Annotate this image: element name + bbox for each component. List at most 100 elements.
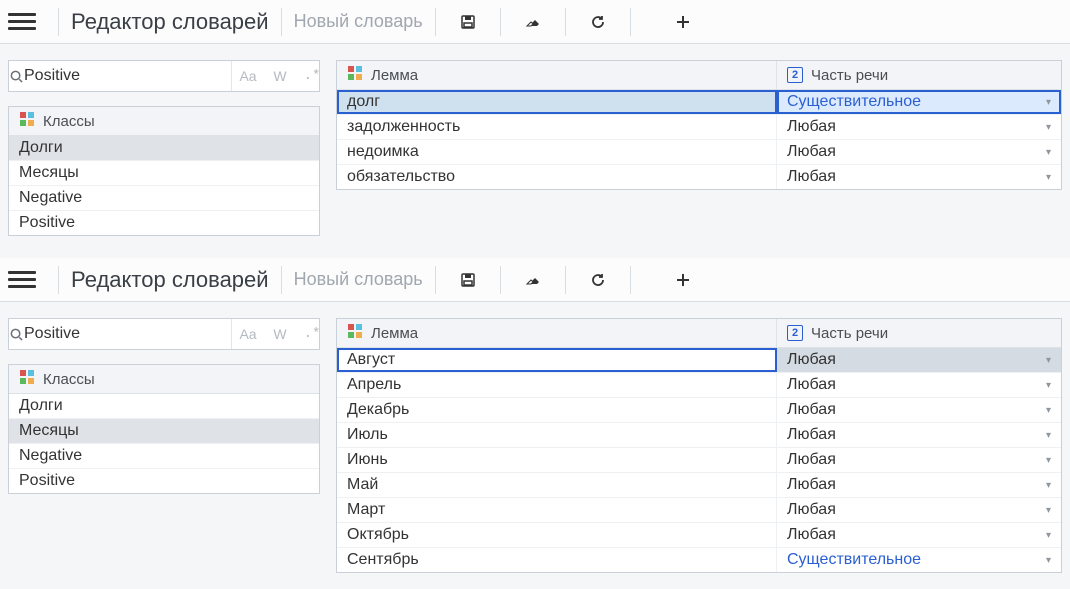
cell-pos[interactable]: Любая▾ bbox=[777, 348, 1061, 372]
table-row[interactable]: Июль Любая ▾ bbox=[337, 423, 1061, 448]
cell-pos[interactable]: Любая▾ bbox=[777, 115, 1061, 139]
erase-button[interactable] bbox=[513, 8, 553, 36]
save-button[interactable] bbox=[448, 8, 488, 36]
cell-lemma[interactable]: Октябрь bbox=[337, 523, 777, 547]
class-item[interactable]: Positive bbox=[9, 469, 319, 493]
cell-lemma[interactable]: Август bbox=[337, 348, 777, 372]
cell-pos[interactable]: Любая▾ bbox=[777, 373, 1061, 397]
regex-toggle[interactable]: .* bbox=[296, 61, 328, 91]
class-item[interactable]: Месяцы bbox=[9, 161, 319, 186]
cell-lemma[interactable]: Май bbox=[337, 473, 777, 497]
cell-pos[interactable]: Существительное▾ bbox=[777, 548, 1061, 572]
dropdown-caret-icon[interactable]: ▾ bbox=[1046, 480, 1051, 491]
cell-lemma[interactable]: долг bbox=[337, 90, 777, 114]
menu-icon[interactable] bbox=[8, 8, 36, 36]
app-title: Редактор словарей bbox=[71, 9, 269, 35]
separator bbox=[500, 266, 501, 294]
class-item[interactable]: Negative bbox=[9, 444, 319, 469]
case-toggle[interactable]: Aa bbox=[232, 61, 264, 91]
dropdown-caret-icon[interactable]: ▾ bbox=[1046, 147, 1051, 158]
palette-icon bbox=[347, 323, 363, 343]
dropdown-caret-icon[interactable]: ▾ bbox=[1046, 505, 1051, 516]
cell-pos[interactable]: Любая▾ bbox=[777, 473, 1061, 497]
dropdown-caret-icon[interactable]: ▾ bbox=[1046, 97, 1051, 108]
cell-lemma[interactable]: недоимка bbox=[337, 140, 777, 164]
class-item[interactable]: Месяцы bbox=[9, 419, 319, 444]
cell-lemma[interactable]: Декабрь bbox=[337, 398, 777, 422]
table-row[interactable]: АвгустЛюбая▾ bbox=[337, 348, 1061, 373]
table-row[interactable]: МайЛюбая▾ bbox=[337, 473, 1061, 498]
search-input[interactable] bbox=[24, 67, 231, 85]
cell-lemma[interactable]: Июнь bbox=[337, 448, 777, 472]
column-lemma[interactable]: Лемма bbox=[337, 319, 777, 347]
class-item[interactable]: Долги bbox=[9, 394, 319, 419]
erase-button[interactable] bbox=[513, 266, 553, 294]
dropdown-caret-icon[interactable]: ▾ bbox=[1046, 172, 1051, 183]
dropdown-caret-icon[interactable]: ▾ bbox=[1046, 355, 1051, 366]
pos-value: Любая bbox=[787, 168, 836, 186]
whole-word-toggle[interactable]: W bbox=[264, 319, 296, 349]
table-row[interactable]: СентябрьСуществительное▾ bbox=[337, 548, 1061, 572]
refresh-button[interactable] bbox=[578, 8, 618, 36]
whole-word-toggle[interactable]: W bbox=[264, 61, 296, 91]
cell-pos[interactable]: Любая▾ bbox=[777, 398, 1061, 422]
cell-pos[interactable]: Любая ▾ bbox=[777, 423, 1061, 447]
dropdown-caret-icon[interactable]: ▾ bbox=[1046, 380, 1051, 391]
class-item[interactable]: Долги bbox=[9, 136, 319, 161]
cell-pos[interactable]: Любая ▾ bbox=[777, 165, 1061, 189]
column-pos[interactable]: 2 Часть речи bbox=[777, 61, 1061, 89]
add-button[interactable] bbox=[663, 266, 703, 294]
pos-value: Любая bbox=[787, 451, 836, 469]
cell-lemma[interactable]: Сентябрь bbox=[337, 548, 777, 572]
cell-pos[interactable]: Существительное▾ bbox=[777, 90, 1061, 114]
save-button[interactable] bbox=[448, 266, 488, 294]
add-button[interactable] bbox=[663, 8, 703, 36]
separator bbox=[630, 8, 631, 36]
separator bbox=[281, 8, 282, 36]
menu-icon[interactable] bbox=[8, 266, 36, 294]
cell-lemma[interactable]: Июль bbox=[337, 423, 777, 447]
cell-pos[interactable]: Любая▾ bbox=[777, 140, 1061, 164]
class-item[interactable]: Positive bbox=[9, 211, 319, 235]
search-input[interactable] bbox=[24, 325, 231, 343]
cell-pos[interactable]: Любая▾ bbox=[777, 523, 1061, 547]
case-toggle[interactable]: Aa bbox=[232, 319, 264, 349]
column-lemma[interactable]: Лемма bbox=[337, 61, 777, 89]
table-row[interactable]: обязательство Любая ▾ bbox=[337, 165, 1061, 189]
classes-header: Классы bbox=[9, 107, 319, 136]
table-row[interactable]: задолженностьЛюбая▾ bbox=[337, 115, 1061, 140]
cell-lemma[interactable]: Апрель bbox=[337, 373, 777, 397]
table-row[interactable]: ОктябрьЛюбая▾ bbox=[337, 523, 1061, 548]
dropdown-caret-icon[interactable]: ▾ bbox=[1046, 455, 1051, 466]
dropdown-caret-icon[interactable]: ▾ bbox=[1046, 405, 1051, 416]
table-row[interactable]: АпрельЛюбая▾ bbox=[337, 373, 1061, 398]
search-box: Aa W .* bbox=[8, 318, 320, 350]
dropdown-caret-icon[interactable]: ▾ bbox=[1046, 530, 1051, 541]
cell-lemma[interactable]: задолженность bbox=[337, 115, 777, 139]
cell-pos[interactable]: Любая▾ bbox=[777, 498, 1061, 522]
dictionary-editor-panel: Редактор словарей Новый словарь Aa W .* … bbox=[0, 258, 1070, 589]
column-pos[interactable]: 2 Часть речи bbox=[777, 319, 1061, 347]
separator bbox=[565, 8, 566, 36]
table-row[interactable]: долгСуществительное▾ bbox=[337, 90, 1061, 115]
cell-pos[interactable]: Любая ▾ bbox=[777, 448, 1061, 472]
table-row[interactable]: недоимкаЛюбая▾ bbox=[337, 140, 1061, 165]
pos-value: Любая bbox=[787, 426, 836, 444]
dropdown-caret-icon[interactable]: ▾ bbox=[1046, 122, 1051, 133]
column-lemma-label: Лемма bbox=[371, 67, 418, 84]
table-row[interactable]: МартЛюбая▾ bbox=[337, 498, 1061, 523]
separator bbox=[435, 8, 436, 36]
column-pos-label: Часть речи bbox=[811, 325, 888, 342]
cell-lemma[interactable]: обязательство bbox=[337, 165, 777, 189]
class-item[interactable]: Negative bbox=[9, 186, 319, 211]
table-row[interactable]: ДекабрьЛюбая▾ bbox=[337, 398, 1061, 423]
separator bbox=[58, 8, 59, 36]
dropdown-caret-icon[interactable]: ▾ bbox=[1046, 430, 1051, 441]
cell-lemma[interactable]: Март bbox=[337, 498, 777, 522]
regex-toggle[interactable]: .* bbox=[296, 319, 328, 349]
separator bbox=[565, 266, 566, 294]
dropdown-caret-icon[interactable]: ▾ bbox=[1046, 555, 1051, 566]
table-row[interactable]: Июнь Любая ▾ bbox=[337, 448, 1061, 473]
search-icon bbox=[9, 69, 24, 84]
refresh-button[interactable] bbox=[578, 266, 618, 294]
